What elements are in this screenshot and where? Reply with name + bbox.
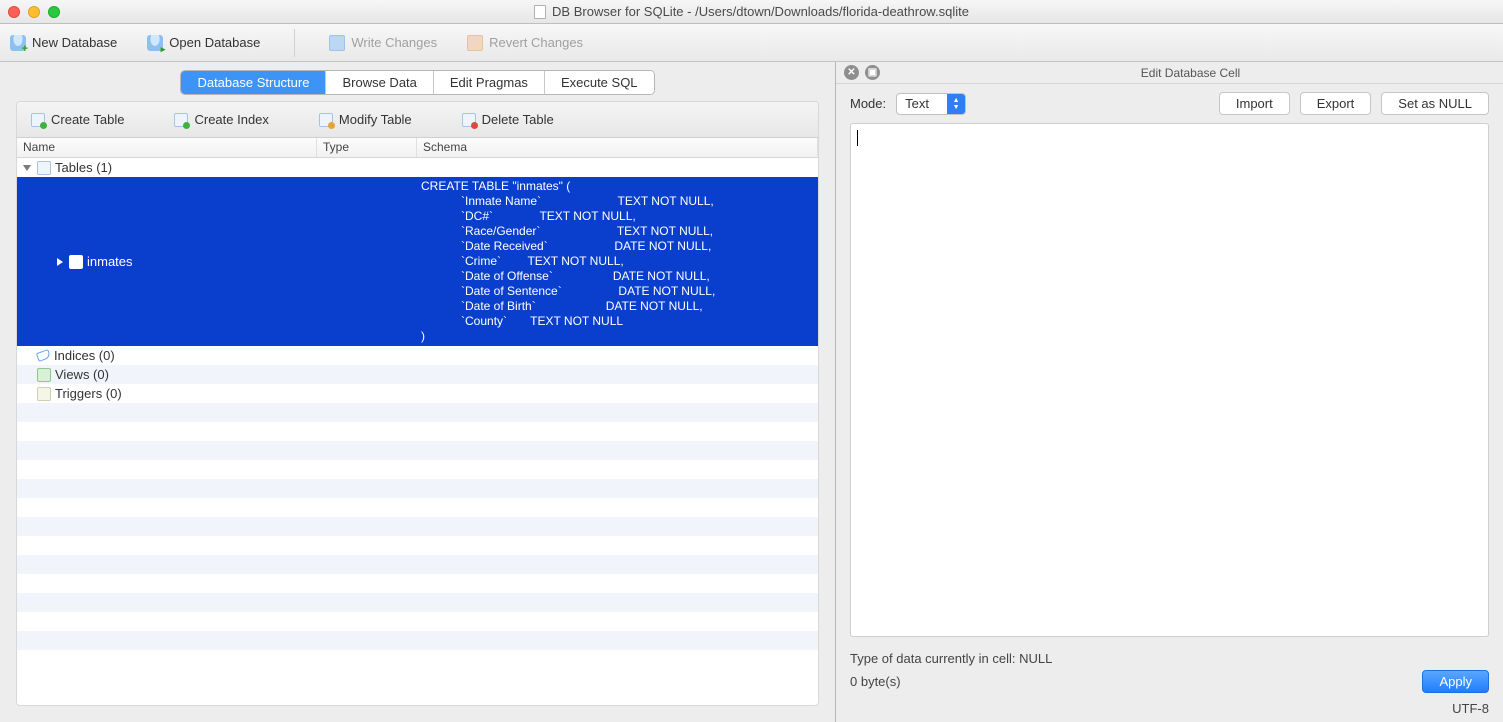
mode-select[interactable]: Text ▲▼	[896, 93, 966, 115]
modify-table-icon	[319, 113, 333, 127]
document-icon	[534, 5, 546, 19]
triggers-icon	[37, 387, 51, 401]
revert-changes-button[interactable]: Revert Changes	[467, 35, 583, 51]
modify-table-label: Modify Table	[339, 112, 412, 127]
indices-label: Indices (0)	[54, 348, 115, 363]
window-maximize-button[interactable]	[48, 6, 60, 18]
modify-table-button[interactable]: Modify Table	[319, 112, 412, 127]
indices-icon	[36, 349, 51, 362]
tree-row-views[interactable]: Views (0)	[17, 365, 818, 384]
tree-header-schema[interactable]: Schema	[417, 138, 818, 157]
tree-row-tables[interactable]: Tables (1)	[17, 158, 818, 177]
write-changes-button[interactable]: Write Changes	[329, 35, 437, 51]
create-index-label: Create Index	[194, 112, 268, 127]
panel-close-icon[interactable]: ✕	[844, 65, 859, 80]
tab-execute-sql[interactable]: Execute SQL	[545, 71, 654, 94]
window-titlebar: DB Browser for SQLite - /Users/dtown/Dow…	[0, 0, 1503, 24]
disclosure-down-icon[interactable]	[23, 165, 31, 171]
panel-title: Edit Database Cell	[886, 66, 1495, 80]
create-table-button[interactable]: Create Table	[31, 112, 124, 127]
mode-select-value: Text	[897, 94, 947, 114]
tables-group-label: Tables (1)	[55, 160, 112, 175]
text-caret	[857, 130, 858, 146]
import-button[interactable]: Import	[1219, 92, 1290, 115]
delete-table-label: Delete Table	[482, 112, 554, 127]
cell-editor[interactable]	[850, 123, 1489, 637]
window-close-button[interactable]	[8, 6, 20, 18]
toolbar-separator	[294, 29, 295, 57]
tree-header-name[interactable]: Name	[17, 138, 317, 157]
tab-browse-data[interactable]: Browse Data	[326, 71, 433, 94]
new-database-label: New Database	[32, 35, 117, 50]
tree-header: Name Type Schema	[17, 138, 818, 158]
open-database-icon	[147, 35, 163, 51]
cell-size-info: 0 byte(s)	[850, 674, 901, 689]
views-label: Views (0)	[55, 367, 109, 382]
table-schema-text: CREATE TABLE "inmates" ( `Inmate Name` T…	[417, 177, 818, 346]
set-null-button[interactable]: Set as NULL	[1381, 92, 1489, 115]
delete-table-icon	[462, 113, 476, 127]
delete-table-button[interactable]: Delete Table	[462, 112, 554, 127]
revert-changes-label: Revert Changes	[489, 35, 583, 50]
create-table-icon	[31, 113, 45, 127]
tree-row-indices[interactable]: Indices (0)	[17, 346, 818, 365]
views-icon	[37, 368, 51, 382]
export-button[interactable]: Export	[1300, 92, 1372, 115]
tab-database-structure[interactable]: Database Structure	[181, 71, 326, 94]
new-database-icon	[10, 35, 26, 51]
open-database-button[interactable]: Open Database	[147, 35, 260, 51]
write-changes-label: Write Changes	[351, 35, 437, 50]
select-stepper-icon: ▲▼	[947, 94, 965, 114]
tables-group-icon	[37, 161, 51, 175]
triggers-label: Triggers (0)	[55, 386, 122, 401]
tree-header-type[interactable]: Type	[317, 138, 417, 157]
tree-body[interactable]: Tables (1) inmates CREATE TABLE "inmates…	[17, 158, 818, 705]
window-title: DB Browser for SQLite - /Users/dtown/Dow…	[552, 4, 969, 19]
tree-row-inmates[interactable]: inmates CREATE TABLE "inmates" ( `Inmate…	[17, 177, 818, 346]
cell-type-info: Type of data currently in cell: NULL	[850, 651, 1052, 666]
panel-popout-icon[interactable]: ▣	[865, 65, 880, 80]
tab-edit-pragmas[interactable]: Edit Pragmas	[434, 71, 545, 94]
open-database-label: Open Database	[169, 35, 260, 50]
table-name-label: inmates	[87, 254, 133, 269]
disclosure-right-icon[interactable]	[57, 258, 63, 266]
tree-row-triggers[interactable]: Triggers (0)	[17, 384, 818, 403]
right-pane: ✕ ▣ Edit Database Cell Mode: Text ▲▼ Imp…	[836, 62, 1503, 722]
left-pane: Database Structure Browse Data Edit Prag…	[0, 62, 836, 722]
window-minimize-button[interactable]	[28, 6, 40, 18]
structure-toolbar: Create Table Create Index Modify Table D…	[17, 102, 818, 138]
create-table-label: Create Table	[51, 112, 124, 127]
create-index-button[interactable]: Create Index	[174, 112, 268, 127]
encoding-label: UTF-8	[1452, 701, 1489, 716]
revert-changes-icon	[467, 35, 483, 51]
apply-button[interactable]: Apply	[1422, 670, 1489, 693]
table-icon	[69, 255, 83, 269]
new-database-button[interactable]: New Database	[10, 35, 117, 51]
main-tabs: Database Structure Browse Data Edit Prag…	[180, 70, 654, 95]
mode-label: Mode:	[850, 96, 886, 111]
create-index-icon	[174, 113, 188, 127]
main-toolbar: New Database Open Database Write Changes…	[0, 24, 1503, 62]
write-changes-icon	[329, 35, 345, 51]
